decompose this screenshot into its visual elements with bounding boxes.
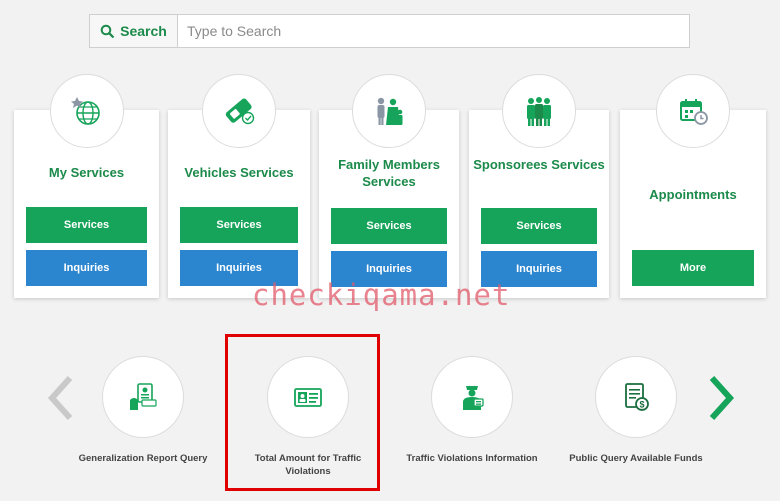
card-my-services: My Services Services Inquiries bbox=[14, 74, 159, 298]
quick-link-traffic-violations-information[interactable]: Traffic Violations Information bbox=[392, 356, 552, 465]
my-services-services-button[interactable]: Services bbox=[26, 207, 147, 243]
vehicles-icon bbox=[202, 74, 276, 148]
my-services-inquiries-button[interactable]: Inquiries bbox=[26, 250, 147, 286]
search-button-label: Search bbox=[120, 23, 167, 39]
card-sponsorees-services: Sponsorees Services Services Inquiries bbox=[469, 74, 609, 298]
search-button[interactable]: Search bbox=[90, 15, 178, 47]
card-family-members-services: Family Members Services Services Inquiri… bbox=[319, 74, 459, 298]
card-title: My Services bbox=[48, 165, 125, 180]
quick-link-public-query-available-funds[interactable]: $ Public Query Available Funds bbox=[556, 356, 716, 465]
vehicles-services-button[interactable]: Services bbox=[180, 207, 298, 243]
funds-document-icon[interactable]: $ bbox=[595, 356, 677, 438]
card-appointments: Appointments More bbox=[620, 74, 766, 298]
card-title: Sponsorees Services bbox=[473, 157, 605, 172]
my-services-icon bbox=[49, 74, 124, 148]
search-bar: Search bbox=[89, 14, 690, 48]
traffic-officer-icon[interactable] bbox=[431, 356, 513, 438]
generalization-report-icon[interactable] bbox=[102, 356, 184, 438]
highlight-box bbox=[225, 334, 380, 491]
search-input[interactable] bbox=[178, 15, 689, 47]
svg-text:$: $ bbox=[639, 400, 644, 410]
card-title: Appointments bbox=[649, 187, 737, 202]
card-title: Family Members Services bbox=[338, 157, 440, 189]
quick-link-label: Public Query Available Funds bbox=[569, 453, 703, 464]
search-icon bbox=[100, 24, 115, 38]
family-services-button[interactable]: Services bbox=[331, 208, 447, 244]
card-vehicles-services: Vehicles Services Services Inquiries bbox=[168, 74, 310, 298]
appointments-more-button[interactable]: More bbox=[632, 250, 754, 286]
sponsorees-icon bbox=[502, 74, 576, 148]
card-title: Vehicles Services bbox=[184, 165, 294, 180]
quick-link-generalization-report[interactable]: Generalization Report Query bbox=[63, 356, 223, 465]
family-icon bbox=[352, 74, 426, 148]
quick-link-label: Traffic Violations Information bbox=[406, 453, 538, 464]
watermark: checkiqama.net bbox=[252, 278, 511, 312]
sponsorees-services-button[interactable]: Services bbox=[481, 208, 597, 244]
quick-link-label: Generalization Report Query bbox=[78, 453, 208, 464]
calendar-icon bbox=[656, 74, 730, 148]
